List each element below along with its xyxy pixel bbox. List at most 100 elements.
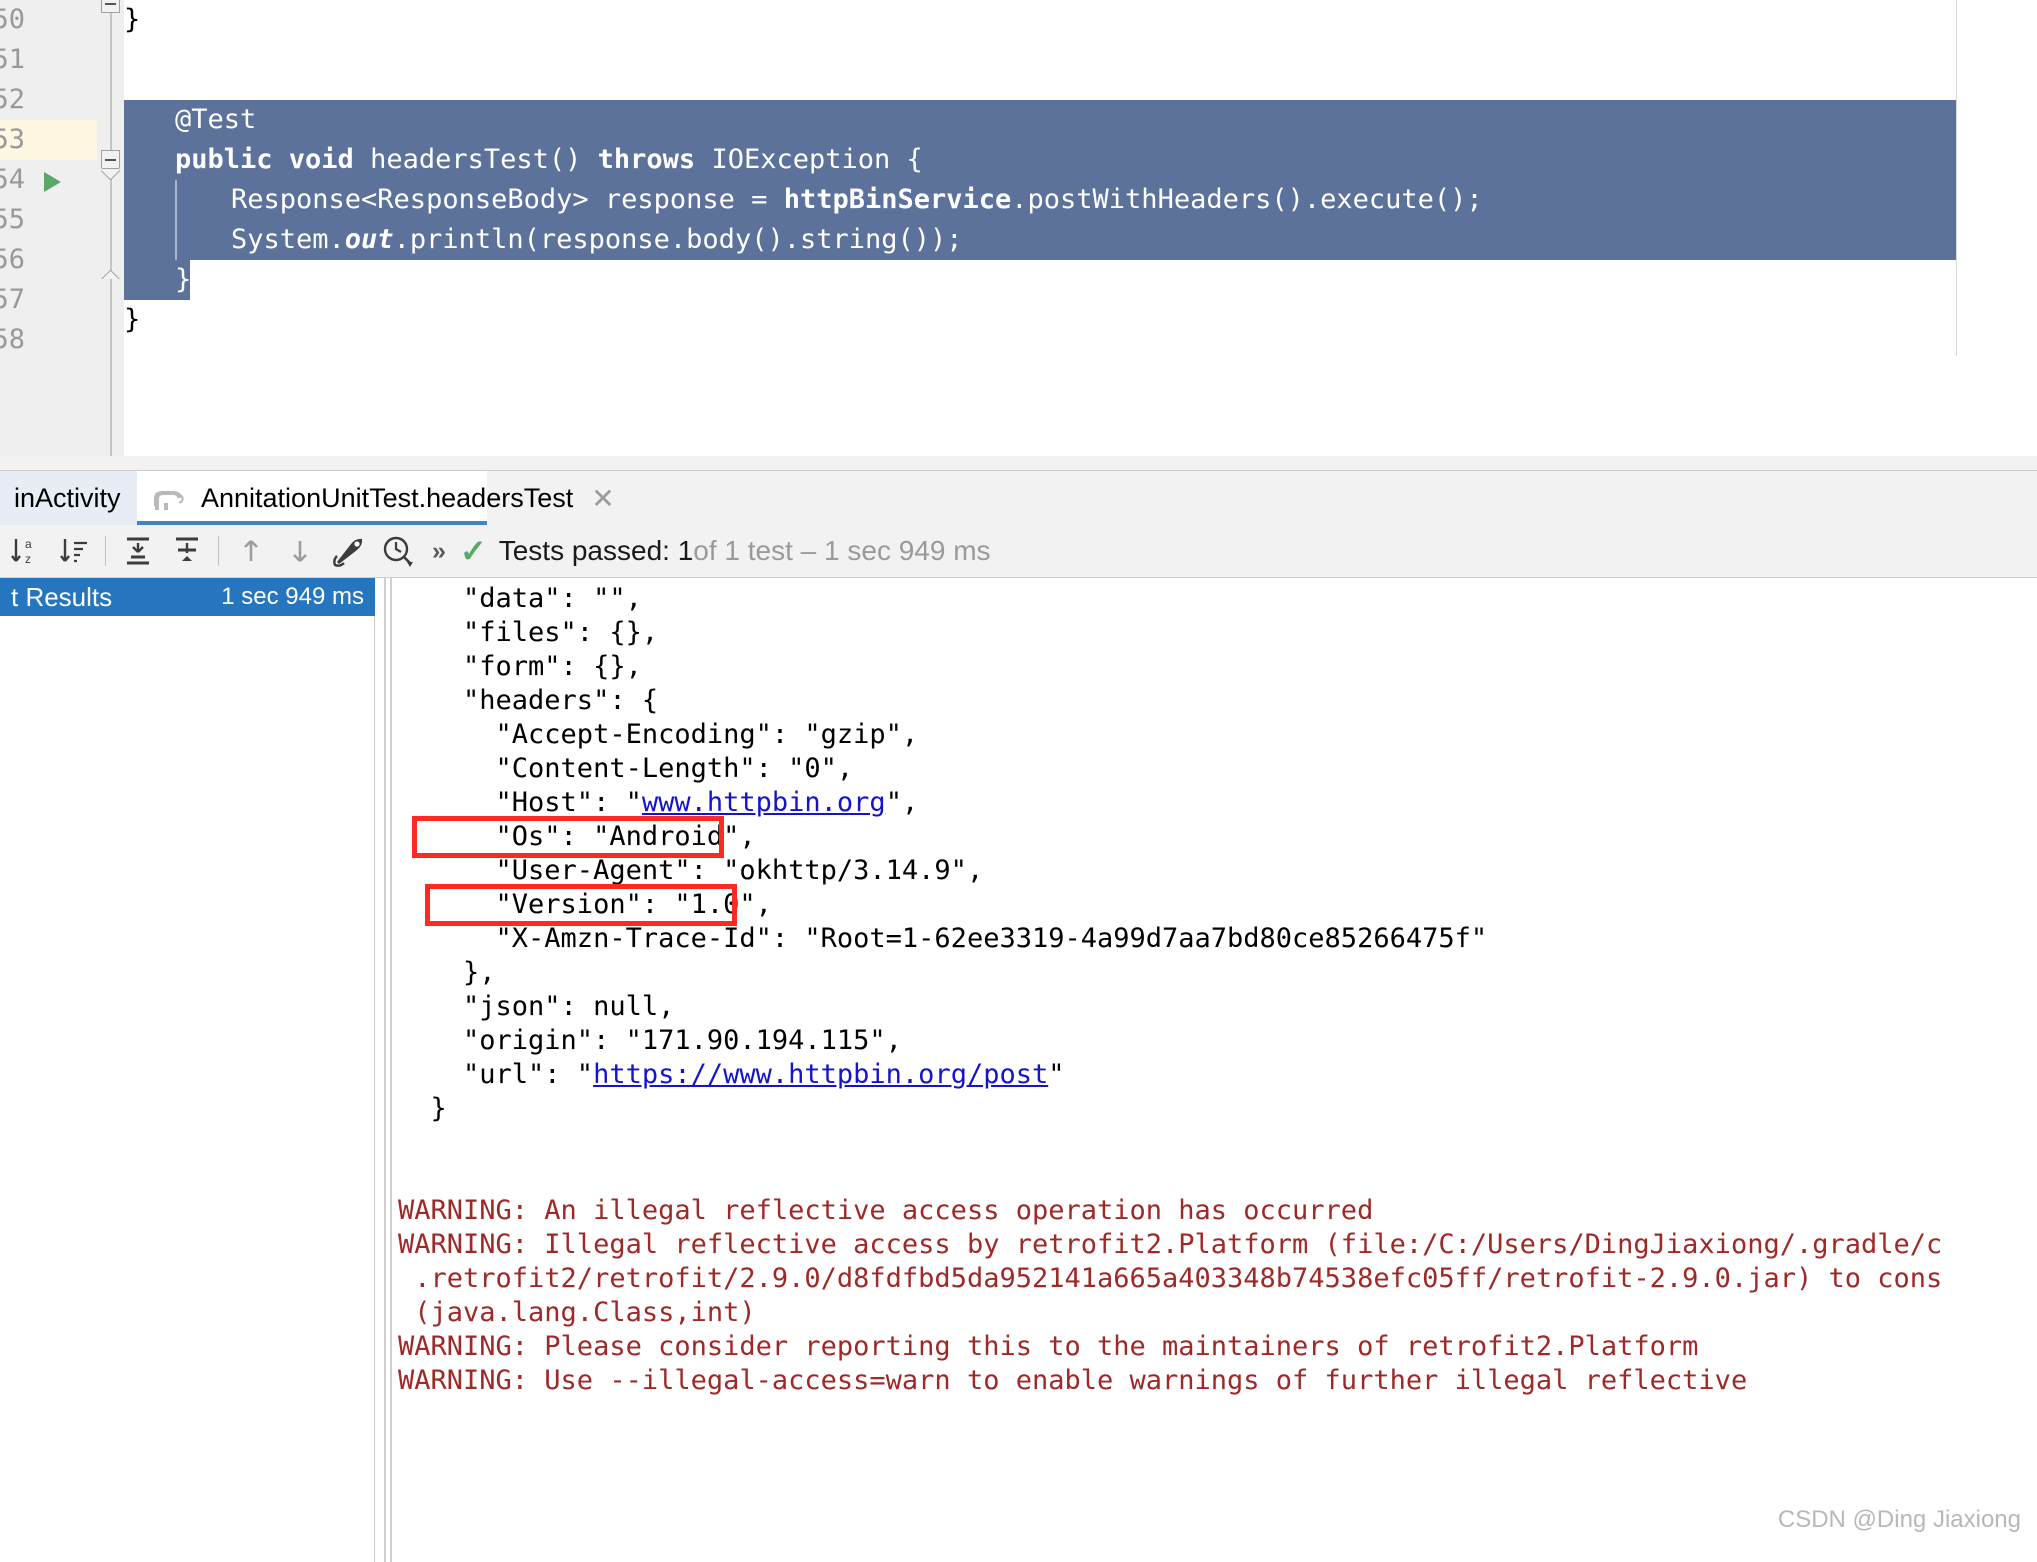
- check-icon: ✓: [459, 533, 487, 569]
- line-number: 51: [0, 44, 25, 75]
- gradle-elephant-icon: [151, 486, 185, 512]
- console-warning-text: (java.lang.Class,int): [398, 1297, 756, 1328]
- line-number: 55: [0, 204, 25, 235]
- fold-region-bottom-marker: [101, 268, 120, 279]
- line-number: 52: [0, 84, 25, 115]
- test-runner-toolbar[interactable]: a z » ✓ Tests passed: 1 of 1 test – 1 se…: [0, 525, 2037, 578]
- console-text-segment: ",: [885, 787, 919, 818]
- console-link[interactable]: www.httpbin.org: [642, 787, 886, 818]
- console-gutter: [376, 578, 396, 1562]
- sort-by-duration-button[interactable]: [49, 525, 98, 578]
- tests-summary-label: of 1 test – 1 sec 949 ms: [693, 535, 991, 566]
- folding-region-line: [110, 10, 112, 356]
- console-text[interactable]: "data": "", "files": {}, "form": {}, "he…: [398, 578, 2037, 1562]
- console-text-segment: "files": {},: [398, 617, 659, 648]
- console-line: "form": {},: [398, 650, 2037, 684]
- field-httpbinservice: httpBinService: [783, 184, 1012, 215]
- fold-line-bottom: [110, 356, 112, 456]
- editor-gutter[interactable]: 50 51 52 53 54 55 56 57 58: [0, 0, 97, 356]
- editor-splitter[interactable]: [0, 456, 2037, 470]
- fold-collapse-icon-top[interactable]: [101, 0, 120, 13]
- code-token: System.: [231, 224, 345, 255]
- console-warning-text: WARNING: Use --illegal-access=warn to en…: [398, 1365, 1748, 1396]
- line-number: 54: [0, 164, 25, 195]
- console-text-segment: "X-Amzn-Trace-Id": "Root=1-62ee3319-4a99…: [398, 923, 1488, 954]
- code-text-area[interactable]: } @Test public void headersTest() throws…: [124, 0, 2037, 356]
- code-line-55: Response<ResponseBody> response = httpBi…: [231, 180, 1483, 220]
- next-failed-test-button[interactable]: [275, 525, 324, 578]
- method-name: headersTest(): [353, 144, 598, 175]
- console-output[interactable]: "data": "", "files": {}, "form": {}, "he…: [376, 578, 2037, 1562]
- console-link[interactable]: https://www.httpbin.org/post: [593, 1059, 1048, 1090]
- gutter-bottom-filler: [0, 356, 97, 456]
- console-line: (java.lang.Class,int): [398, 1296, 2037, 1330]
- console-line: WARNING: Please consider reporting this …: [398, 1330, 2037, 1364]
- run-test-gutter-icon[interactable]: [44, 172, 61, 192]
- tab-inactivity[interactable]: inActivity ✕: [0, 471, 162, 526]
- collapse-all-button[interactable]: [162, 525, 211, 578]
- console-line: "Os": "Android",: [398, 820, 2037, 854]
- line-number: 50: [0, 4, 25, 35]
- expand-all-button[interactable]: [113, 525, 162, 578]
- run-tab-bar[interactable]: inActivity ✕ AnnitationUnitTest.headersT…: [0, 470, 2037, 526]
- console-line: WARNING: Illegal reflective access by re…: [398, 1228, 2037, 1262]
- tests-passed-label: Tests passed: 1: [498, 535, 694, 566]
- console-fold-line-right: [390, 578, 392, 1562]
- line-number: 58: [0, 324, 25, 355]
- gutter-row: 56: [0, 240, 97, 280]
- code-line-57: }: [175, 260, 191, 300]
- console-text-segment: "Version": "1.0",: [398, 889, 772, 920]
- gutter-row: 51: [0, 40, 97, 80]
- gutter-row: 57: [0, 280, 97, 320]
- code-token: }: [175, 264, 192, 295]
- console-line: "files": {},: [398, 616, 2037, 650]
- console-line: },: [398, 956, 2037, 990]
- console-text-segment: "json": null,: [398, 991, 675, 1022]
- console-line: "url": "https://www.httpbin.org/post": [398, 1058, 2037, 1092]
- console-line: }: [398, 1092, 2037, 1126]
- tab-annitationunittest-headerstest[interactable]: AnnitationUnitTest.headersTest ✕: [137, 471, 615, 526]
- console-text-segment: "headers": {: [398, 685, 659, 716]
- test-history-button[interactable]: [373, 525, 422, 578]
- console-line: WARNING: Use --illegal-access=warn to en…: [398, 1364, 2037, 1398]
- console-line: .retrofit2/retrofit/2.9.0/d8fdfbd5da9521…: [398, 1262, 2037, 1296]
- watermark: CSDN @Ding Jiaxiong: [1777, 1506, 2021, 1533]
- console-line: "Content-Length": "0",: [398, 752, 2037, 786]
- console-line: "origin": "171.90.194.115",: [398, 1024, 2037, 1058]
- code-line-50: }: [124, 0, 140, 40]
- line-number: 57: [0, 284, 25, 315]
- tab-label: inActivity: [14, 483, 121, 513]
- rerun-failed-tests-button[interactable]: [324, 525, 373, 578]
- previous-failed-test-button[interactable]: [226, 525, 275, 578]
- code-editor[interactable]: 50 51 52 53 54 55 56 57 58} @Test publi…: [0, 0, 2037, 356]
- indent-guide: [175, 220, 177, 260]
- line-number: 56: [0, 244, 25, 275]
- code-token: }: [124, 4, 141, 35]
- fold-collapse-icon-method[interactable]: [101, 150, 120, 169]
- test-results-duration: 1 sec 949 ms: [221, 583, 364, 610]
- sort-alphabetically-button[interactable]: a z: [0, 525, 49, 578]
- editor-bottom-filler: [0, 356, 2037, 470]
- console-line: "X-Amzn-Trace-Id": "Root=1-62ee3319-4a99…: [398, 922, 2037, 956]
- toolbar-overflow-button[interactable]: »: [422, 537, 456, 566]
- console-text-segment: "User-Agent": "okhttp/3.14.9",: [398, 855, 984, 886]
- tab-label: AnnitationUnitTest.headersTest: [201, 483, 574, 513]
- console-text-segment: "origin": "171.90.194.115",: [398, 1025, 902, 1056]
- toolbar-separator: [218, 536, 219, 566]
- console-warning-text: .retrofit2/retrofit/2.9.0/d8fdfbd5da9521…: [398, 1263, 1943, 1294]
- console-line: "Host": "www.httpbin.org",: [398, 786, 2037, 820]
- code-line-53: @Test: [175, 100, 256, 140]
- gutter-row-caret: 53: [0, 120, 97, 160]
- code-line-54: public void headersTest() throws IOExcep…: [175, 140, 923, 180]
- toolbar-separator: [105, 536, 106, 566]
- close-icon[interactable]: ✕: [591, 484, 614, 513]
- test-results-selected-row[interactable]: t Results 1 sec 949 ms: [0, 578, 375, 616]
- console-text-segment: "form": {},: [398, 651, 642, 682]
- test-results-tree-panel[interactable]: t Results 1 sec 949 ms: [0, 578, 375, 1562]
- code-token: }: [124, 304, 141, 335]
- gutter-row: 50: [0, 0, 97, 40]
- code-line-58: }: [124, 300, 140, 340]
- test-status: ✓ Tests passed: 1 of 1 test – 1 sec 949 …: [460, 532, 991, 570]
- code-token: Response<ResponseBody> response =: [231, 184, 784, 215]
- gutter-row: 54: [0, 160, 97, 200]
